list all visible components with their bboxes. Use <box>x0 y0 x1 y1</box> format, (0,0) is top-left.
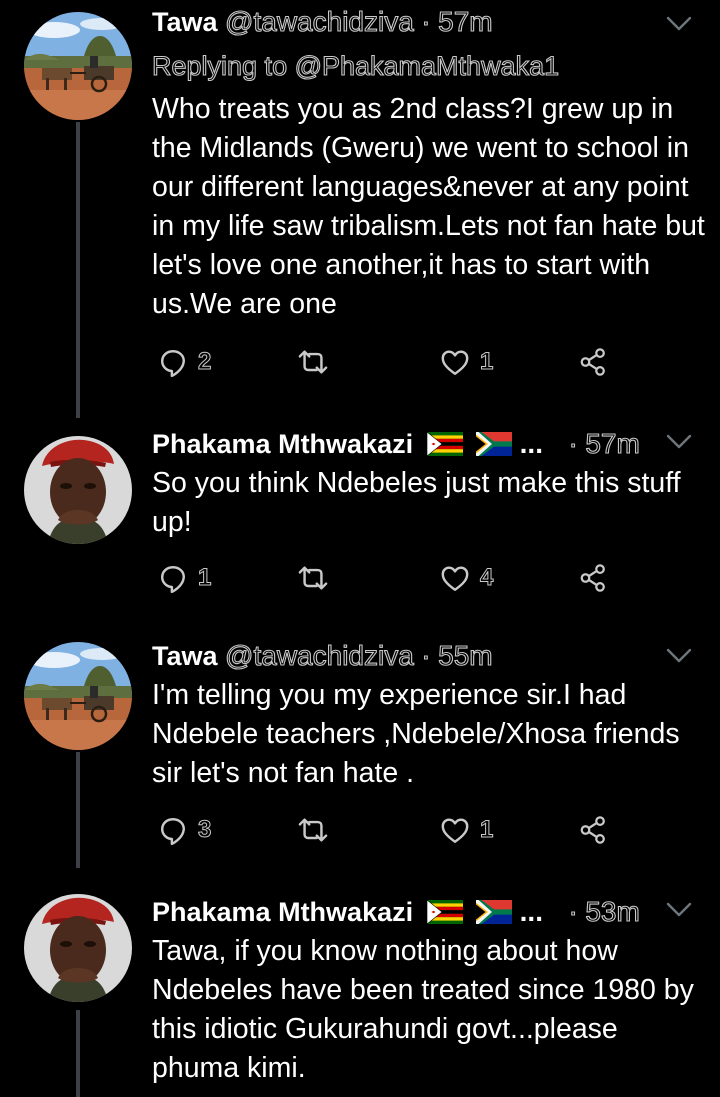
tweet[interactable]: Tawa @tawachidziva · 57m Replying to @Ph… <box>0 0 720 430</box>
reply-count: 3 <box>197 816 212 844</box>
author-name[interactable]: Phakama Mthwakazi <box>152 897 413 927</box>
like-button[interactable]: 1 <box>440 810 494 850</box>
retweet-icon <box>296 815 330 845</box>
tweet[interactable]: Tawa @tawachidziva · 55m I'm telling you… <box>0 632 720 880</box>
share-icon <box>578 347 608 377</box>
author-name[interactable]: Phakama Mthwakazi <box>152 429 413 459</box>
like-icon <box>440 563 470 593</box>
author-handle[interactable]: @tawachidziva <box>224 639 414 671</box>
share-icon <box>578 815 608 845</box>
reply-thread: Tawa @tawachidziva · 57m Replying to @Ph… <box>0 0 720 1097</box>
replying-to[interactable]: Replying to @PhakamaMthwaka1 <box>151 48 559 84</box>
thread-line <box>76 1010 80 1097</box>
author-handle[interactable]: @tawachidziva <box>224 5 414 37</box>
tweet-text: So you think Ndebeles just make this stu… <box>152 467 681 538</box>
author-name[interactable]: Tawa <box>152 641 218 671</box>
separator-dot: · <box>421 639 431 671</box>
timestamp[interactable]: 57m <box>585 427 641 459</box>
zimbabwe-flag-icon <box>427 900 463 924</box>
tweet-text: Tawa, if you know nothing about how Ndeb… <box>152 935 694 1084</box>
retweet-button[interactable] <box>296 810 330 850</box>
avatar[interactable] <box>24 642 132 750</box>
reply-button[interactable]: 1 <box>158 558 212 598</box>
name-truncation: ... <box>519 428 543 459</box>
scotch-cart-photo-icon <box>24 12 132 120</box>
tweet-actions: 1 4 <box>152 558 632 598</box>
tweet-actions: 3 1 <box>152 810 632 850</box>
reply-count: 1 <box>197 564 212 592</box>
like-count: 1 <box>479 348 494 376</box>
reply-count: 2 <box>197 348 212 376</box>
like-count: 4 <box>479 564 494 592</box>
reply-icon <box>158 563 188 593</box>
timestamp[interactable]: 57m <box>438 5 494 37</box>
avatar[interactable] <box>24 12 132 120</box>
tweet[interactable]: Phakama Mthwakazi ... · 57m So you think… <box>0 418 720 630</box>
share-icon <box>578 563 608 593</box>
thread-line <box>76 122 80 418</box>
avatar[interactable] <box>24 894 132 1002</box>
name-truncation: ... <box>519 896 543 927</box>
caret-down-icon[interactable] <box>666 648 692 664</box>
man-red-beret-portrait-icon <box>24 894 132 1002</box>
tweet-text: Who treats you as 2nd class?I grew up in… <box>152 93 705 320</box>
timestamp[interactable]: 53m <box>585 895 641 927</box>
caret-down-icon[interactable] <box>666 16 692 32</box>
tweet-actions: 2 1 <box>152 342 632 382</box>
thread-line <box>76 752 80 868</box>
caret-down-icon[interactable] <box>666 434 692 450</box>
separator-dot: · <box>421 5 431 37</box>
timestamp[interactable]: 55m <box>438 639 494 671</box>
retweet-button[interactable] <box>296 342 330 382</box>
avatar[interactable] <box>24 436 132 544</box>
retweet-icon <box>296 563 330 593</box>
like-button[interactable]: 4 <box>440 558 494 598</box>
tweet-header: Phakama Mthwakazi ... · 53m <box>152 892 650 932</box>
south-africa-flag-icon <box>476 432 512 456</box>
tweet-header: Tawa @tawachidziva · 55m <box>152 636 650 676</box>
retweet-button[interactable] <box>296 558 330 598</box>
reply-icon <box>158 347 188 377</box>
share-button[interactable] <box>578 558 608 598</box>
share-button[interactable] <box>578 342 608 382</box>
tweet[interactable]: Phakama Mthwakazi ... · 53m Tawa, if you… <box>0 880 720 1097</box>
south-africa-flag-icon <box>476 900 512 924</box>
author-name[interactable]: Tawa <box>152 7 218 37</box>
separator-dot: · <box>568 427 578 459</box>
separator-dot: · <box>568 895 578 927</box>
reply-icon <box>158 815 188 845</box>
reply-button[interactable]: 3 <box>158 810 212 850</box>
like-button[interactable]: 1 <box>440 342 494 382</box>
tweet-text: I'm telling you my experience sir.I had … <box>152 679 680 789</box>
like-count: 1 <box>479 816 494 844</box>
zimbabwe-flag-icon <box>427 432 463 456</box>
reply-button[interactable]: 2 <box>158 342 212 382</box>
tweet-header: Phakama Mthwakazi ... · 57m <box>152 424 650 464</box>
share-button[interactable] <box>578 810 608 850</box>
scotch-cart-photo-icon <box>24 642 132 750</box>
like-icon <box>440 347 470 377</box>
retweet-icon <box>296 347 330 377</box>
caret-down-icon[interactable] <box>666 902 692 918</box>
tweet-header: Tawa @tawachidziva · 57m <box>152 2 650 42</box>
man-red-beret-portrait-icon <box>24 436 132 544</box>
like-icon <box>440 815 470 845</box>
